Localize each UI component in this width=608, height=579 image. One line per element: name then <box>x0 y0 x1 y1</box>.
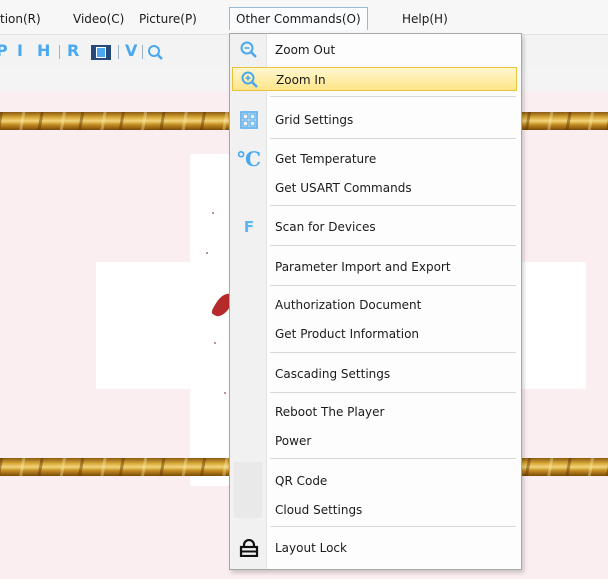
menu-item-cascading-settings[interactable]: Cascading Settings <box>232 362 517 386</box>
menu-operation[interactable]: tion(R) <box>0 9 41 29</box>
image-speck <box>206 252 208 254</box>
menu-help[interactable]: Help(H) <box>402 9 448 29</box>
menu-item-label: Get Product Information <box>275 327 420 341</box>
menu-item-label: Authorization Document <box>275 298 422 312</box>
scan-icon: F <box>243 218 255 236</box>
celsius-icon: ℃ <box>237 147 261 171</box>
menu-item-get-temperature[interactable]: ℃ Get Temperature <box>232 147 517 171</box>
menu-item-authorization-document[interactable]: Authorization Document <box>232 293 517 317</box>
menu-bar: tion(R) Video(C) Picture(P) Other Comman… <box>0 0 608 35</box>
menu-item-zoom-out[interactable]: Zoom Out <box>232 38 517 62</box>
menu-item-label: Zoom In <box>276 73 326 87</box>
menu-item-label: Parameter Import and Export <box>275 260 451 274</box>
menu-other-commands[interactable]: Other Commands(O) <box>229 7 368 30</box>
menu-item-label: Reboot The Player <box>275 405 385 419</box>
toolbar-button-r[interactable]: R <box>67 41 79 61</box>
toolbar-separator <box>118 45 119 59</box>
toolbar-separator <box>142 45 143 59</box>
image-speck <box>224 392 226 394</box>
toolbar-button-i[interactable]: I <box>17 41 23 61</box>
toolbar-button-v[interactable]: V <box>125 41 137 61</box>
menu-item-get-usart-commands[interactable]: Get USART Commands <box>232 176 517 200</box>
toolbar-button-p[interactable]: P <box>0 41 8 61</box>
menu-item-grid-settings[interactable]: Grid Settings <box>232 108 517 132</box>
menu-video[interactable]: Video(C) <box>73 9 124 29</box>
menu-item-zoom-in[interactable]: Zoom In <box>232 67 517 91</box>
menu-picture[interactable]: Picture(P) <box>139 9 197 29</box>
frame-icon[interactable] <box>90 44 112 61</box>
menu-item-label: QR Code <box>275 474 328 488</box>
image-speck <box>212 212 214 214</box>
grid-icon <box>232 108 266 132</box>
menu-separator <box>270 392 516 393</box>
other-commands-dropdown: Zoom Out Zoom In Grid Settings ℃ Get Tem… <box>229 33 522 570</box>
lock-icon <box>232 536 266 560</box>
menu-item-qr-code[interactable]: QR Code <box>232 469 517 493</box>
menu-item-label: Cloud Settings <box>275 503 363 517</box>
zoom-toolbar-icon[interactable] <box>146 43 164 61</box>
menu-item-label: Grid Settings <box>275 113 354 127</box>
toolbar-button-h[interactable]: H <box>37 41 50 61</box>
menu-item-label: Cascading Settings <box>275 367 391 381</box>
menu-item-label: Power <box>275 434 312 448</box>
menu-item-cloud-settings[interactable]: Cloud Settings <box>232 498 517 522</box>
menu-item-label: Layout Lock <box>275 541 347 555</box>
menu-item-scan-for-devices[interactable]: F Scan for Devices <box>232 215 517 239</box>
menu-item-label: Get USART Commands <box>275 181 412 195</box>
toolbar-separator <box>59 45 60 59</box>
zoom-in-icon <box>233 68 267 92</box>
menu-item-get-product-information[interactable]: Get Product Information <box>232 322 517 346</box>
menu-separator <box>270 138 516 139</box>
menu-item-parameter-import-export[interactable]: Parameter Import and Export <box>232 255 517 279</box>
menu-separator <box>270 245 516 246</box>
zoom-out-icon <box>232 38 266 62</box>
menu-item-label: Zoom Out <box>275 43 336 57</box>
menu-item-power[interactable]: Power <box>232 429 517 453</box>
menu-separator <box>270 96 516 97</box>
menu-separator <box>270 205 516 206</box>
menu-separator <box>270 352 516 353</box>
menu-separator <box>270 285 516 286</box>
menu-separator <box>270 526 516 527</box>
menu-item-label: Get Temperature <box>275 152 377 166</box>
image-speck <box>214 342 216 344</box>
menu-item-label: Scan for Devices <box>275 220 376 234</box>
menu-item-reboot-player[interactable]: Reboot The Player <box>232 400 517 424</box>
menu-item-layout-lock[interactable]: Layout Lock <box>232 536 517 560</box>
menu-separator <box>270 458 516 459</box>
